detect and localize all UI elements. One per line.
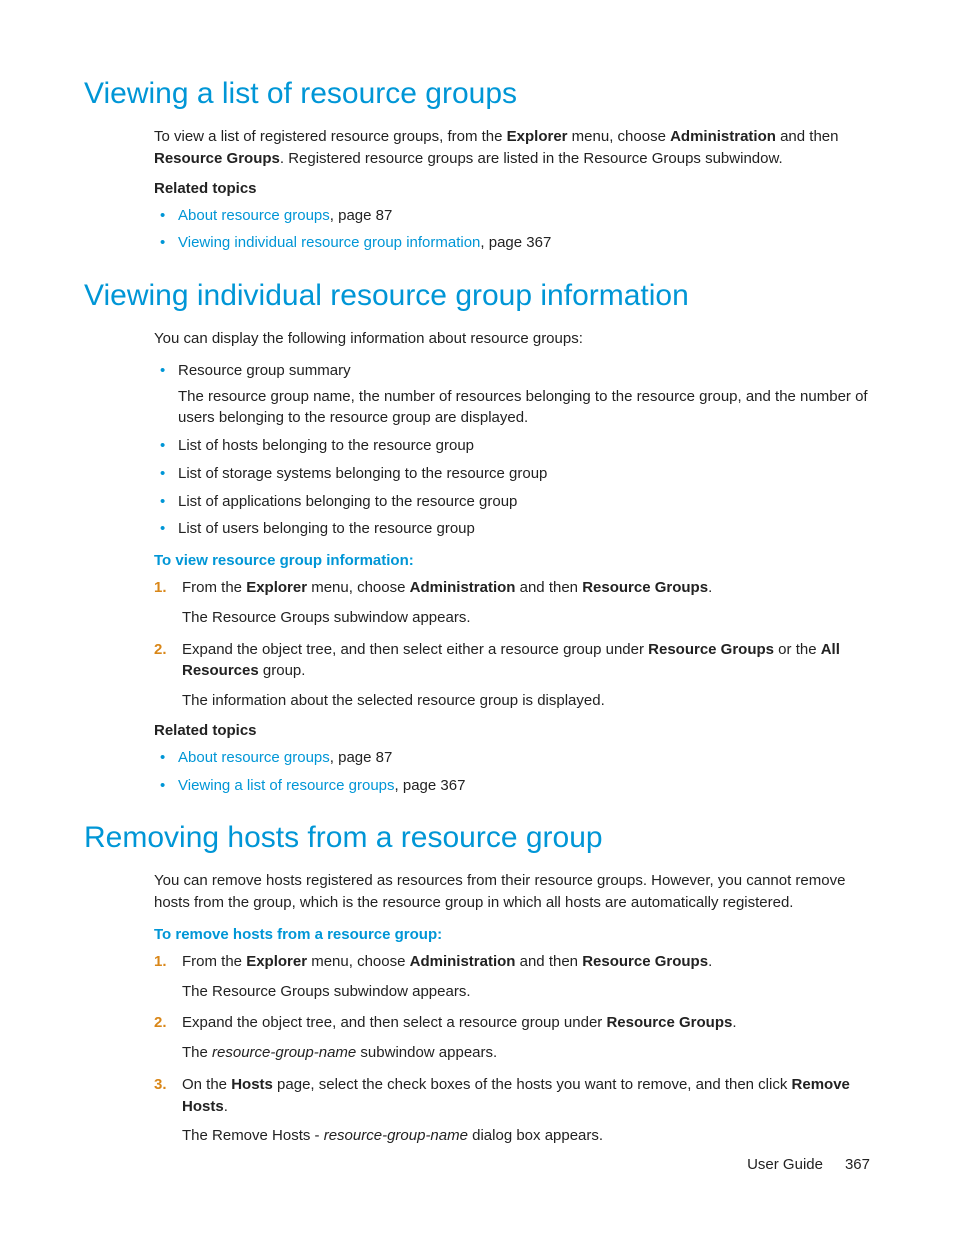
section3-intro: You can remove hosts registered as resou… <box>154 870 870 914</box>
section2-intro: You can display the following informatio… <box>154 328 870 350</box>
step-1: From the Explorer menu, choose Administr… <box>154 951 870 1003</box>
text: group. <box>259 662 306 679</box>
text: From the <box>182 953 246 970</box>
text: . Registered resource groups are listed … <box>280 150 783 167</box>
bold-resource-groups: Resource Groups <box>606 1014 732 1031</box>
document-page: Viewing a list of resource groups To vie… <box>0 0 954 1235</box>
heading-removing-hosts: Removing hosts from a resource group <box>84 820 870 856</box>
footer-label: User Guide <box>747 1156 823 1173</box>
text: , page 367 <box>480 234 551 251</box>
text: and then <box>515 953 582 970</box>
text: . <box>224 1098 228 1115</box>
step-result: The Remove Hosts - resource-group-name d… <box>182 1125 870 1147</box>
text: List of hosts belonging to the resource … <box>178 437 474 454</box>
related-item: About resource groups, page 87 <box>154 205 870 227</box>
related-topics-list: About resource groups, page 87 Viewing i… <box>154 205 870 255</box>
text: To view a list of registered resource gr… <box>154 128 507 145</box>
text: menu, choose <box>568 128 671 145</box>
page-number: 367 <box>845 1156 870 1173</box>
text: . <box>708 953 712 970</box>
text: menu, choose <box>307 953 410 970</box>
text: From the <box>182 579 246 596</box>
text: dialog box appears. <box>468 1127 603 1144</box>
procedure-steps: From the Explorer menu, choose Administr… <box>154 577 870 712</box>
procedure-steps: From the Explorer menu, choose Administr… <box>154 951 870 1147</box>
text: subwindow appears. <box>356 1044 497 1061</box>
step-3: On the Hosts page, select the check boxe… <box>154 1074 870 1147</box>
bold-administration: Administration <box>670 128 776 145</box>
list-item: List of applications belonging to the re… <box>154 491 870 513</box>
heading-viewing-individual: Viewing individual resource group inform… <box>84 278 870 314</box>
text: List of users belonging to the resource … <box>178 520 475 537</box>
link-about-resource-groups[interactable]: About resource groups <box>178 207 330 224</box>
text: menu, choose <box>307 579 410 596</box>
text: Expand the object tree, and then select … <box>182 1014 606 1031</box>
step-2: Expand the object tree, and then select … <box>154 639 870 712</box>
procedure-label: To view resource group information: <box>154 552 870 569</box>
step-result: The Resource Groups subwindow appears. <box>182 981 870 1003</box>
related-item: About resource groups, page 87 <box>154 747 870 769</box>
list-item-detail: The resource group name, the number of r… <box>178 386 870 430</box>
list-item: List of hosts belonging to the resource … <box>154 435 870 457</box>
text: , page 87 <box>330 207 393 224</box>
italic-group-name: resource-group-name <box>324 1127 468 1144</box>
bold-administration: Administration <box>410 953 516 970</box>
section1-body: To view a list of registered resource gr… <box>154 126 870 254</box>
list-item: List of users belonging to the resource … <box>154 518 870 540</box>
text: List of storage systems belonging to the… <box>178 465 547 482</box>
bold-explorer: Explorer <box>246 579 307 596</box>
text: Expand the object tree, and then select … <box>182 641 648 658</box>
bold-resource-groups: Resource Groups <box>648 641 774 658</box>
bold-explorer: Explorer <box>246 953 307 970</box>
bold-resource-groups: Resource Groups <box>582 579 708 596</box>
link-about-resource-groups[interactable]: About resource groups <box>178 749 330 766</box>
heading-viewing-list: Viewing a list of resource groups <box>84 76 870 112</box>
step-1: From the Explorer menu, choose Administr… <box>154 577 870 629</box>
list-item: Resource group summary The resource group… <box>154 360 870 429</box>
text: and then <box>776 128 839 145</box>
text: . <box>732 1014 736 1031</box>
step-result: The resource-group-name subwindow appear… <box>182 1042 870 1064</box>
related-topics-label: Related topics <box>154 180 870 197</box>
italic-group-name: resource-group-name <box>212 1044 356 1061</box>
text: The <box>182 1044 212 1061</box>
bold-resource-groups: Resource Groups <box>154 150 280 167</box>
info-list: Resource group summary The resource group… <box>154 360 870 540</box>
section2-body: You can display the following informatio… <box>154 328 870 796</box>
link-viewing-individual-info[interactable]: Viewing individual resource group inform… <box>178 234 480 251</box>
section3-body: You can remove hosts registered as resou… <box>154 870 870 1147</box>
related-topics-list: About resource groups, page 87 Viewing a… <box>154 747 870 797</box>
text: page, select the check boxes of the host… <box>273 1076 792 1093</box>
bold-resource-groups: Resource Groups <box>582 953 708 970</box>
text: List of applications belonging to the re… <box>178 493 517 510</box>
related-item: Viewing individual resource group inform… <box>154 232 870 254</box>
text: Resource group summary <box>178 362 351 379</box>
text: On the <box>182 1076 231 1093</box>
text: , page 367 <box>395 777 466 794</box>
step-2: Expand the object tree, and then select … <box>154 1012 870 1064</box>
step-result: The Resource Groups subwindow appears. <box>182 607 870 629</box>
related-topics-label: Related topics <box>154 722 870 739</box>
text: and then <box>515 579 582 596</box>
related-item: Viewing a list of resource groups, page … <box>154 775 870 797</box>
bold-hosts: Hosts <box>231 1076 273 1093</box>
bold-explorer: Explorer <box>507 128 568 145</box>
step-result: The information about the selected resou… <box>182 690 870 712</box>
link-viewing-list[interactable]: Viewing a list of resource groups <box>178 777 395 794</box>
page-footer: User Guide 367 <box>747 1156 870 1173</box>
text: . <box>708 579 712 596</box>
section1-intro: To view a list of registered resource gr… <box>154 126 870 170</box>
bold-administration: Administration <box>410 579 516 596</box>
text: The Remove Hosts - <box>182 1127 324 1144</box>
list-item: List of storage systems belonging to the… <box>154 463 870 485</box>
procedure-label: To remove hosts from a resource group: <box>154 926 870 943</box>
text: or the <box>774 641 821 658</box>
text: , page 87 <box>330 749 393 766</box>
